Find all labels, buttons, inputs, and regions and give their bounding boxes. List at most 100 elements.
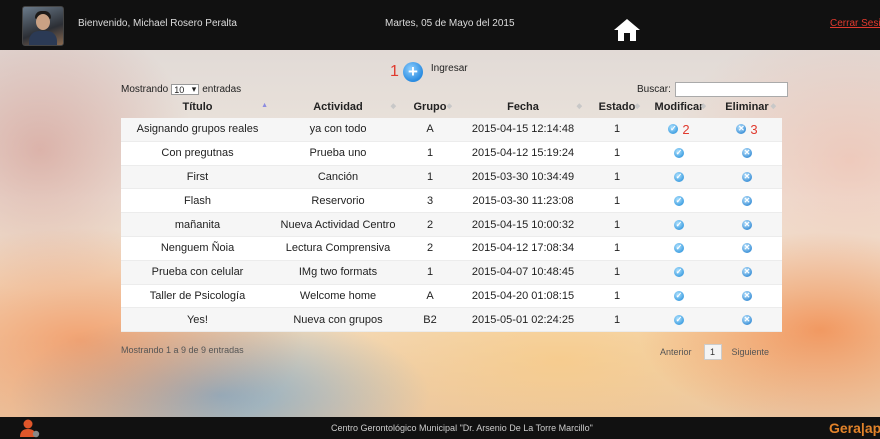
cell-actividad: IMg two formats: [274, 260, 402, 285]
cell-eliminar: ✕: [712, 212, 782, 237]
add-label[interactable]: Ingresar: [431, 63, 468, 74]
cell-fecha: 2015-03-30 11:23:08: [458, 188, 588, 213]
table-row: Flash Reservorio 3 2015-03-30 11:23:08 1 ✓ ✕: [121, 188, 782, 213]
cell-titulo: mañanita: [121, 212, 274, 237]
sort-icon: ◆: [770, 103, 776, 110]
x-circle-icon[interactable]: ✕: [742, 291, 752, 302]
cell-estado: 1: [588, 141, 646, 166]
cell-estado: 1: [588, 188, 646, 213]
col-estado[interactable]: Estado ◆: [588, 96, 646, 118]
cell-grupo: A: [402, 284, 458, 308]
page-size-select[interactable]: 10 ▾: [171, 84, 200, 95]
next-button[interactable]: Siguiente: [732, 347, 770, 357]
cell-eliminar: ✕ 3: [712, 118, 782, 142]
table-row: Prueba con celular IMg two formats 1 2015-0…: [121, 260, 782, 285]
x-circle-icon[interactable]: ✕: [736, 124, 747, 135]
cell-estado: 1: [588, 236, 646, 261]
check-circle-icon[interactable]: ✓: [668, 124, 679, 135]
cell-fecha: 2015-04-15 12:14:48: [458, 118, 588, 142]
col-titulo[interactable]: Título ▲: [121, 96, 274, 118]
plus-circle-icon[interactable]: +: [402, 62, 423, 82]
cell-modificar: ✓: [646, 284, 712, 308]
show-prefix: Mostrando: [121, 84, 169, 95]
x-circle-icon[interactable]: ✕: [742, 243, 752, 254]
current-date: Martes, 05 de Mayo del 2015: [385, 18, 515, 29]
marker-1: 1: [390, 63, 399, 80]
cell-actividad: Canción: [274, 165, 402, 189]
cell-estado: 1: [588, 212, 646, 237]
col-grupo[interactable]: Grupo ◆: [402, 96, 458, 118]
sort-icon: ◆: [700, 103, 706, 110]
cell-titulo: Asignando grupos reales: [121, 118, 274, 142]
x-circle-icon[interactable]: ✕: [742, 219, 752, 230]
x-circle-icon[interactable]: ✕: [742, 195, 752, 206]
cell-modificar: ✓: [646, 307, 712, 332]
cell-estado: 1: [588, 307, 646, 332]
x-circle-icon[interactable]: ✕: [742, 172, 752, 183]
cell-titulo: Con pregutnas: [121, 141, 274, 166]
sort-icon: ◆: [446, 103, 452, 110]
check-circle-icon[interactable]: ✓: [674, 267, 684, 278]
table-row: mañanita Nueva Actividad Centro 2 2015-04-1…: [121, 212, 782, 237]
check-circle-icon[interactable]: ✓: [674, 219, 684, 230]
x-circle-icon[interactable]: ✕: [742, 314, 752, 325]
cell-actividad: ya con todo: [274, 118, 402, 142]
cell-grupo: 2: [402, 236, 458, 261]
cell-modificar: ✓: [646, 188, 712, 213]
cell-modificar: ✓: [646, 141, 712, 166]
logout-link[interactable]: Cerrar Sesión: [830, 18, 880, 29]
cell-grupo: 1: [402, 260, 458, 285]
add-entry[interactable]: 1 + Ingresar: [390, 62, 468, 82]
check-circle-icon[interactable]: ✓: [674, 243, 684, 254]
cell-fecha: 2015-04-12 17:08:34: [458, 236, 588, 261]
col-actividad[interactable]: Actividad ◆: [274, 96, 402, 118]
col-eliminar[interactable]: Eliminar ◆: [712, 96, 782, 118]
check-circle-icon[interactable]: ✓: [674, 314, 684, 325]
previous-button[interactable]: Anterior: [660, 347, 692, 357]
x-circle-icon[interactable]: ✕: [742, 267, 752, 278]
search-input[interactable]: [674, 82, 788, 97]
cell-titulo: Nenguem Ñoia: [121, 236, 274, 261]
table-row: Asignando grupos reales ya con todo A 2015-…: [121, 118, 782, 142]
sort-asc-icon: ▲: [261, 102, 268, 109]
x-circle-icon[interactable]: ✕: [742, 148, 752, 159]
welcome-text: Bienvenido, Michael Rosero Peralta: [78, 18, 237, 29]
cell-actividad: Nueva con grupos: [274, 307, 402, 332]
page-button[interactable]: 1: [703, 344, 722, 360]
pagination: Anterior 1 Siguiente: [660, 344, 769, 360]
cell-modificar: ✓: [646, 165, 712, 189]
check-circle-icon[interactable]: ✓: [674, 195, 684, 206]
app-logo: Gera|ap: [829, 420, 880, 436]
top-bar: Bienvenido, Michael Rosero Peralta Marte…: [0, 0, 880, 50]
cell-eliminar: ✕: [712, 260, 782, 285]
home-icon[interactable]: [613, 18, 641, 42]
marker-3: 3: [750, 121, 758, 137]
avatar[interactable]: [22, 6, 64, 46]
cell-actividad: Prueba uno: [274, 141, 402, 166]
cell-titulo: Prueba con celular: [121, 260, 274, 285]
table-header-row: Título ▲ Actividad ◆ Grupo ◆ Fecha ◆ Estado ◆…: [121, 96, 782, 118]
cell-actividad: Welcome home: [274, 284, 402, 308]
entries-info: Mostrando 1 a 9 de 9 entradas: [121, 345, 244, 355]
check-circle-icon[interactable]: ✓: [674, 148, 684, 159]
cell-actividad: Nueva Actividad Centro: [274, 212, 402, 237]
cell-estado: 1: [588, 118, 646, 142]
col-modificar[interactable]: Modificar ◆: [646, 96, 712, 118]
cell-estado: 1: [588, 165, 646, 189]
cell-fecha: 2015-04-20 01:08:15: [458, 284, 588, 308]
check-circle-icon[interactable]: ✓: [674, 291, 684, 302]
cell-eliminar: ✕: [712, 307, 782, 332]
cell-eliminar: ✕: [712, 284, 782, 308]
cell-fecha: 2015-04-15 10:00:32: [458, 212, 588, 237]
user-icon[interactable]: [20, 419, 40, 438]
check-circle-icon[interactable]: ✓: [674, 172, 684, 183]
cell-modificar: ✓: [646, 212, 712, 237]
col-fecha[interactable]: Fecha ◆: [458, 96, 588, 118]
cell-modificar: ✓: [646, 260, 712, 285]
cell-grupo: 3: [402, 188, 458, 213]
cell-grupo: B2: [402, 307, 458, 332]
table-row: Yes! Nueva con grupos B2 2015-05-01 02:24:2…: [121, 307, 782, 332]
cell-titulo: First: [121, 165, 274, 189]
search-label: Buscar:: [637, 84, 671, 95]
cell-grupo: 1: [402, 141, 458, 166]
